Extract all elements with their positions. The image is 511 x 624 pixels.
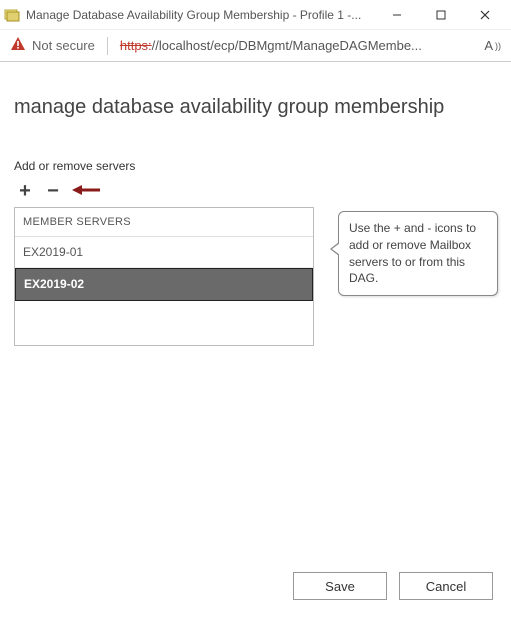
member-list-empty-area — [15, 301, 313, 345]
read-aloud-button[interactable]: A)) — [484, 38, 501, 53]
maximize-button[interactable] — [419, 1, 463, 29]
address-bar: Not secure https://localhost/ecp/DBMgmt/… — [0, 30, 511, 62]
minimize-button[interactable] — [375, 1, 419, 29]
page-title: manage database availability group membe… — [14, 96, 497, 119]
app-icon — [4, 7, 20, 23]
remove-server-button[interactable]: − — [44, 181, 62, 201]
list-item[interactable]: EX2019-01 — [15, 237, 313, 268]
tooltip-text: Use the + and - icons to add or remove M… — [349, 221, 476, 285]
member-servers-list: EX2019-01 EX2019-02 — [15, 237, 313, 301]
addressbar-divider — [107, 37, 108, 55]
list-item[interactable]: EX2019-02 — [15, 268, 313, 300]
url-display[interactable]: https://localhost/ecp/DBMgmt/ManageDAGMe… — [120, 38, 422, 53]
dialog-footer: Save Cancel — [293, 572, 493, 600]
close-button[interactable] — [463, 1, 507, 29]
window-titlebar: Manage Database Availability Group Membe… — [0, 0, 511, 30]
member-servers-header: MEMBER SERVERS — [15, 208, 313, 237]
window-controls — [375, 1, 507, 29]
warning-icon — [10, 36, 26, 55]
cancel-button[interactable]: Cancel — [399, 572, 493, 600]
section-label: Add or remove servers — [14, 159, 497, 173]
add-server-button[interactable]: + — [16, 181, 34, 201]
page-content: manage database availability group membe… — [0, 62, 511, 346]
annotation-arrow-icon — [72, 182, 102, 201]
member-servers-panel: MEMBER SERVERS EX2019-01 EX2019-02 — [14, 207, 314, 346]
member-toolbar: + − — [14, 181, 497, 201]
save-button[interactable]: Save — [293, 572, 387, 600]
not-secure-label[interactable]: Not secure — [32, 38, 95, 53]
tooltip-callout: Use the + and - icons to add or remove M… — [338, 211, 498, 296]
url-path: //localhost/ecp/DBMgmt/ManageDAGMembe... — [152, 38, 422, 53]
window-title: Manage Database Availability Group Membe… — [26, 8, 375, 22]
url-protocol: https: — [120, 38, 152, 53]
